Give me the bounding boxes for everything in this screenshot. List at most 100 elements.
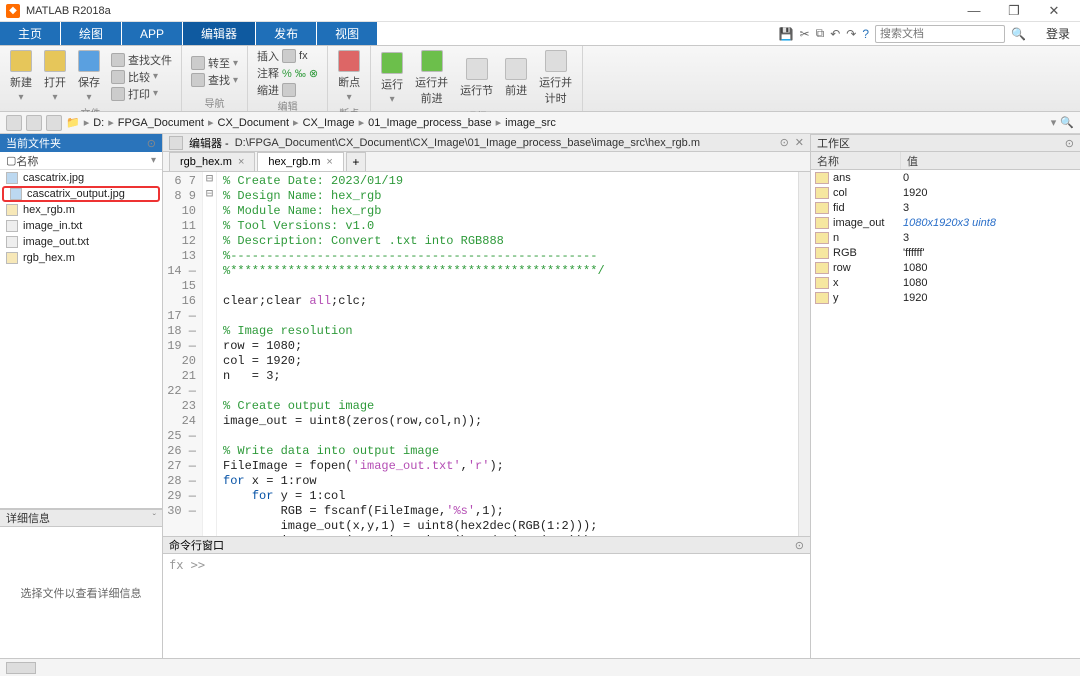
qat-save-icon[interactable]: 💾 bbox=[779, 27, 794, 41]
file-list-header: ▢ 名称▾ bbox=[0, 152, 162, 170]
maximize-button[interactable]: ❐ bbox=[994, 3, 1034, 19]
goto-button[interactable]: 转至▾ bbox=[188, 55, 241, 71]
variable-icon bbox=[815, 277, 829, 289]
tab-editor[interactable]: 编辑器 bbox=[183, 22, 255, 45]
find-button[interactable]: 查找▾ bbox=[188, 72, 241, 88]
qat-redo-icon[interactable]: ↷ bbox=[846, 27, 856, 41]
file-tab-rgb-hex[interactable]: rgb_hex.m× bbox=[169, 152, 255, 171]
variable-icon bbox=[815, 202, 829, 214]
open-button[interactable]: 打开▾ bbox=[40, 48, 70, 105]
insert-button[interactable]: 插入 fx bbox=[254, 48, 321, 64]
nav-up-icon[interactable] bbox=[46, 115, 62, 131]
tab-plots[interactable]: 绘图 bbox=[61, 22, 121, 45]
nav-back-icon[interactable] bbox=[6, 115, 22, 131]
add-tab-button[interactable]: + bbox=[346, 152, 366, 171]
path-seg-1[interactable]: FPGA_Document bbox=[118, 117, 204, 129]
addr-dropdown-icon[interactable]: ▾ bbox=[1051, 116, 1057, 129]
command-window[interactable]: fx >> bbox=[163, 554, 810, 658]
path-seg-3[interactable]: CX_Image bbox=[303, 117, 355, 129]
editor-panel: 编辑器 - D:\FPGA_Document\CX_Document\CX_Im… bbox=[163, 134, 810, 658]
file-tab-hex-rgb[interactable]: hex_rgb.m× bbox=[257, 152, 343, 171]
code-editor[interactable]: 6 7 8 9 10 11 12 13 14 — 15 16 17 — 18 —… bbox=[163, 172, 810, 536]
tab-home[interactable]: 主页 bbox=[0, 22, 60, 45]
editor-icon bbox=[169, 136, 183, 150]
comment-button[interactable]: 注释 % ‰ ⊗ bbox=[254, 65, 321, 81]
tab-close-icon[interactable]: × bbox=[326, 156, 332, 168]
workspace-variable[interactable]: ans0 bbox=[811, 170, 1080, 185]
variable-icon bbox=[815, 247, 829, 259]
workspace-variable[interactable]: y1920 bbox=[811, 290, 1080, 305]
breakpoint-icon bbox=[338, 50, 360, 72]
path-seg-4[interactable]: 01_Image_process_base bbox=[368, 117, 492, 129]
run-section-button[interactable]: 运行节 bbox=[456, 56, 497, 100]
ribbon-group-file: 新建▾ 打开▾ 保存▾ 查找文件 比较▾ 打印▾ 文件 bbox=[0, 46, 182, 111]
new-button[interactable]: 新建▾ bbox=[6, 48, 36, 105]
editor-close-icon[interactable]: ✕ bbox=[795, 136, 804, 149]
file-item[interactable]: image_in.txt bbox=[0, 218, 162, 234]
find-files-button[interactable]: 查找文件 bbox=[108, 52, 175, 68]
indent-button[interactable]: 缩进 bbox=[254, 82, 321, 98]
app-title: MATLAB R2018a bbox=[26, 5, 954, 17]
command-prompt: fx >> bbox=[169, 558, 205, 572]
file-type-icon bbox=[6, 252, 18, 264]
workspace-variable[interactable]: n3 bbox=[811, 230, 1080, 245]
qat-copy-icon[interactable]: ⧉ bbox=[816, 26, 825, 41]
breakpoints-button[interactable]: 断点▾ bbox=[334, 48, 364, 105]
file-item[interactable]: image_out.txt bbox=[0, 234, 162, 250]
save-button[interactable]: 保存▾ bbox=[74, 48, 104, 105]
path-seg-2[interactable]: CX_Document bbox=[218, 117, 290, 129]
workspace-panel: 工作区 ⊙ 名称 值 ans0col1920fid3image_out1080x… bbox=[810, 134, 1080, 658]
compare-button[interactable]: 比较▾ bbox=[108, 69, 175, 85]
qat-help-icon[interactable]: ? bbox=[862, 27, 869, 41]
tab-close-icon[interactable]: × bbox=[238, 156, 244, 168]
cmd-menu-icon[interactable]: ⊙ bbox=[795, 539, 804, 552]
file-item[interactable]: cascatrix.jpg bbox=[0, 170, 162, 186]
search-icon[interactable]: 🔍 bbox=[1011, 27, 1026, 41]
qat-cut-icon[interactable]: ✂ bbox=[800, 27, 810, 41]
tab-publish[interactable]: 发布 bbox=[256, 22, 316, 45]
doc-search-input[interactable] bbox=[875, 25, 1005, 43]
open-file-icon bbox=[44, 50, 66, 72]
panel-menu-icon[interactable]: ⊙ bbox=[147, 137, 156, 150]
tab-apps[interactable]: APP bbox=[122, 22, 182, 45]
tab-view[interactable]: 视图 bbox=[317, 22, 377, 45]
workspace-menu-icon[interactable]: ⊙ bbox=[1065, 137, 1074, 150]
details-message: 选择文件以查看详细信息 bbox=[0, 527, 162, 658]
workspace-variable[interactable]: image_out1080x1920x3 uint8 bbox=[811, 215, 1080, 230]
nav-fwd-icon[interactable] bbox=[26, 115, 42, 131]
variable-icon bbox=[815, 187, 829, 199]
path-seg-5[interactable]: image_src bbox=[505, 117, 556, 129]
login-button[interactable]: 登录 bbox=[1036, 22, 1080, 45]
run-button[interactable]: 运行▾ bbox=[377, 50, 407, 107]
print-button[interactable]: 打印▾ bbox=[108, 86, 175, 102]
matlab-logo-icon: ◆ bbox=[6, 4, 20, 18]
workspace-variable[interactable]: x1080 bbox=[811, 275, 1080, 290]
editor-menu-icon[interactable]: ⊙ bbox=[780, 136, 789, 149]
file-item[interactable]: hex_rgb.m bbox=[0, 202, 162, 218]
file-type-icon bbox=[10, 188, 22, 200]
close-button[interactable]: ✕ bbox=[1034, 3, 1074, 19]
file-item[interactable]: rgb_hex.m bbox=[0, 250, 162, 266]
workspace-variable[interactable]: row1080 bbox=[811, 260, 1080, 275]
file-type-icon bbox=[6, 220, 18, 232]
file-item[interactable]: cascatrix_output.jpg bbox=[2, 186, 160, 202]
advance-icon bbox=[505, 58, 527, 80]
current-folder-header: 当前文件夹 ⊙ bbox=[0, 134, 162, 152]
run-advance-button[interactable]: 运行并 前进 bbox=[411, 48, 452, 108]
workspace-variable[interactable]: fid3 bbox=[811, 200, 1080, 215]
minimize-button[interactable]: — bbox=[954, 3, 994, 18]
qat-undo-icon[interactable]: ↶ bbox=[830, 27, 840, 41]
run-time-button[interactable]: 运行并 计时 bbox=[535, 48, 576, 108]
path-seg-0[interactable]: D: bbox=[93, 117, 104, 129]
advance-button[interactable]: 前进 bbox=[501, 56, 531, 100]
workspace-variable[interactable]: col1920 bbox=[811, 185, 1080, 200]
editor-scrollbar[interactable] bbox=[798, 172, 810, 536]
ribbon-group-run: 运行▾ 运行并 前进 运行节 前进 运行并 计时 运行 bbox=[371, 46, 583, 111]
insert-icon bbox=[282, 49, 296, 63]
find-files-icon bbox=[111, 53, 125, 67]
workspace-variable[interactable]: RGB'ffffff' bbox=[811, 245, 1080, 260]
current-folder-panel: 当前文件夹 ⊙ ▢ 名称▾ cascatrix.jpgcascatrix_out… bbox=[0, 134, 163, 658]
details-collapse-icon[interactable]: ˇ bbox=[153, 513, 156, 524]
ribbon-toolbar: 新建▾ 打开▾ 保存▾ 查找文件 比较▾ 打印▾ 文件 转至▾ 查找▾ 导航 插… bbox=[0, 46, 1080, 112]
addr-search-icon[interactable]: 🔍 bbox=[1060, 116, 1074, 129]
